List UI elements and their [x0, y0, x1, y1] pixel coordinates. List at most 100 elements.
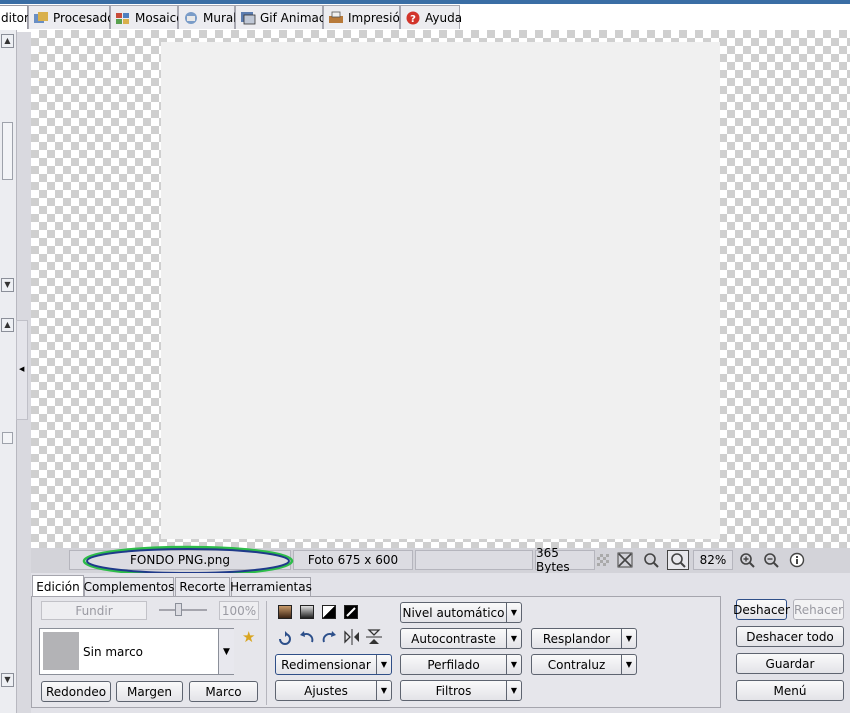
deshacer-label: Deshacer: [733, 602, 790, 617]
frame-select-dropdown-button[interactable]: ▼: [218, 629, 234, 674]
info-icon[interactable]: [789, 552, 805, 571]
frame-select[interactable]: Sin marco ▼: [39, 628, 234, 675]
opacity-value-field[interactable]: 100%: [219, 601, 259, 620]
filtros-dropdown-icon[interactable]: ▼: [506, 681, 521, 700]
sepia-icon[interactable]: [278, 605, 292, 619]
scroll-up-button-2[interactable]: ▲: [1, 318, 14, 332]
transparency-icon[interactable]: [597, 554, 609, 566]
scroll-down-button[interactable]: ▼: [1, 278, 14, 292]
scroll-up-button[interactable]: ▲: [1, 34, 14, 48]
panel-collapse-handle[interactable]: ◀: [16, 320, 28, 420]
perfilado-button[interactable]: Perfilado ▼: [400, 654, 522, 675]
file-size-field: 365 Bytes: [535, 546, 595, 574]
deshacer-todo-button[interactable]: Deshacer todo: [736, 626, 844, 647]
tab-complementos-label: Complementos: [83, 580, 175, 594]
redimensionar-dropdown-icon[interactable]: ▼: [376, 655, 391, 674]
resplandor-dropdown-icon[interactable]: ▼: [621, 629, 636, 648]
bottom-control-panel: Edición Complementos Recorte Herramienta…: [31, 573, 850, 713]
opacity-slider-track[interactable]: [159, 609, 207, 611]
grayscale-icon[interactable]: [300, 605, 314, 619]
rotate-left-icon[interactable]: [298, 629, 316, 650]
fit-screen-icon[interactable]: [617, 552, 633, 571]
resplandor-button[interactable]: Resplandor ▼: [531, 628, 637, 649]
photo-preview: [161, 42, 720, 539]
marco-button[interactable]: Marco: [189, 681, 258, 702]
negative-icon[interactable]: [344, 605, 358, 619]
tab-procesador[interactable]: Procesador: [28, 5, 120, 29]
scrollbar-thumb-2[interactable]: [2, 432, 13, 444]
opacity-slider-handle[interactable]: [175, 603, 182, 616]
tab-impresion[interactable]: Impresión: [323, 5, 407, 29]
tab-impresion-label: Impresión: [348, 10, 408, 25]
black-white-icon[interactable]: [322, 605, 336, 619]
photo-dimensions-text: Foto 675 x 600: [307, 553, 399, 567]
resplandor-label: Resplandor: [542, 631, 611, 646]
perfilado-dropdown-icon[interactable]: ▼: [506, 655, 521, 674]
title-accent-line: [0, 0, 850, 4]
tab-ayuda-label: Ayuda: [425, 10, 463, 25]
scroll-down-button-2[interactable]: ▼: [1, 673, 14, 687]
margen-button[interactable]: Margen: [116, 681, 183, 702]
perfilado-label: Perfilado: [427, 657, 480, 672]
redondeo-label: Redondeo: [45, 684, 107, 699]
nivel-automatico-dropdown-icon[interactable]: ▼: [506, 603, 521, 622]
zoom-actual-icon[interactable]: [643, 552, 659, 571]
tab-mural[interactable]: Mural: [178, 5, 237, 29]
tab-mural-label: Mural: [203, 10, 237, 25]
scrollbar-thumb[interactable]: [2, 122, 13, 180]
tab-recorte[interactable]: Recorte: [175, 577, 230, 597]
help-icon: ?: [405, 11, 421, 25]
nivel-automatico-button[interactable]: Nivel automático ▼: [400, 602, 522, 623]
tab-editor-label: ditor: [1, 10, 29, 25]
frame-option-label: Sin marco: [83, 645, 144, 659]
flip-horizontal-icon[interactable]: [343, 628, 361, 649]
svg-text:?: ?: [410, 14, 416, 25]
contraluz-label: Contraluz: [547, 657, 606, 672]
rotate-right-icon[interactable]: [320, 629, 338, 650]
frame-thumbnail: [43, 632, 79, 670]
tab-edicion-label: Edición: [36, 579, 80, 594]
tab-complementos[interactable]: Complementos: [84, 577, 174, 597]
fundir-button[interactable]: Fundir: [41, 601, 147, 620]
tab-edicion[interactable]: Edición: [32, 575, 84, 597]
panel-divider: [266, 601, 267, 705]
zoom-fit-button[interactable]: [667, 550, 689, 570]
margen-label: Margen: [126, 684, 173, 699]
tab-editor[interactable]: ditor: [0, 5, 29, 29]
autocontraste-label: Autocontraste: [411, 631, 496, 646]
processor-icon: [33, 11, 49, 25]
star-icon[interactable]: ★: [242, 628, 255, 646]
tab-mosaico[interactable]: Mosaico: [110, 5, 184, 29]
marco-label: Marco: [205, 684, 242, 699]
tab-gif-animado[interactable]: Gif Animado: [235, 5, 334, 29]
tab-herramientas[interactable]: Herramientas: [230, 577, 312, 597]
rehacer-label: Rehacer: [793, 602, 844, 617]
autocontraste-dropdown-icon[interactable]: ▼: [506, 629, 521, 648]
contraluz-dropdown-icon[interactable]: ▼: [621, 655, 636, 674]
edicion-panel: Fundir 100% Sin marco ▼ ★ Redondeo Marge…: [31, 596, 721, 708]
flip-vertical-icon[interactable]: [365, 628, 383, 649]
contraluz-button[interactable]: Contraluz ▼: [531, 654, 637, 675]
filtros-button[interactable]: Filtros ▼: [400, 680, 522, 701]
mural-icon: [183, 11, 199, 25]
photo-dimensions-field: Foto 675 x 600: [293, 550, 413, 570]
fundir-label: Fundir: [75, 603, 113, 618]
menu-label: Menú: [773, 683, 807, 698]
zoom-out-icon[interactable]: [763, 552, 779, 571]
left-side-panel: ▲ ▼ ▲ ▼: [0, 30, 17, 713]
menu-button[interactable]: Menú: [736, 680, 844, 701]
rehacer-button[interactable]: Rehacer: [793, 599, 844, 620]
filtros-label: Filtros: [435, 683, 472, 698]
ajustes-dropdown-icon[interactable]: ▼: [376, 681, 391, 700]
zoom-in-icon[interactable]: [739, 552, 755, 571]
opacity-value-text: 100%: [221, 603, 257, 618]
tab-ayuda[interactable]: ? Ayuda: [400, 5, 463, 29]
guardar-label: Guardar: [765, 656, 815, 671]
ajustes-button[interactable]: Ajustes ▼: [275, 680, 392, 701]
redimensionar-button[interactable]: Redimensionar ▼: [275, 654, 392, 675]
deshacer-button[interactable]: Deshacer: [733, 599, 790, 620]
rotate-icon[interactable]: [276, 630, 294, 651]
guardar-button[interactable]: Guardar: [736, 653, 844, 674]
autocontraste-button[interactable]: Autocontraste ▼: [400, 628, 522, 649]
redondeo-button[interactable]: Redondeo: [41, 681, 111, 702]
